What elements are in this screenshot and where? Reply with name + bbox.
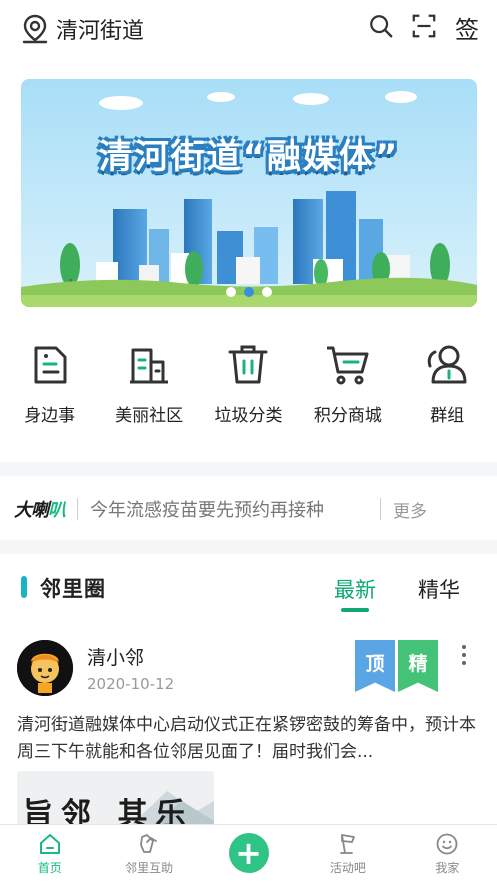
banner-carousel[interactable]: 清河街道“融媒体” [21, 79, 477, 307]
menu-item-group[interactable]: 群组 [398, 340, 497, 440]
divider [77, 498, 78, 520]
avatar-mascot-image [17, 640, 73, 696]
home-icon [39, 834, 60, 854]
trash-icon [228, 345, 268, 384]
post-author[interactable]: 清小邻 [87, 643, 144, 670]
nav-neighbor-help[interactable]: 邻里互助 [99, 825, 198, 883]
smile-icon [436, 833, 458, 855]
menu-item-mall[interactable]: 积分商城 [298, 340, 397, 440]
section-divider [0, 540, 497, 554]
flag-icon [340, 834, 355, 854]
more-options-icon[interactable] [462, 645, 468, 665]
buildings-icon [130, 348, 169, 384]
carousel-indicators [21, 287, 477, 297]
cart-icon [326, 346, 369, 385]
top-bar: 清河街道 签 [0, 0, 497, 60]
carousel-dot[interactable] [226, 287, 236, 297]
neighborhood-header: 邻里圈 最新 精华 [0, 568, 497, 612]
app-screen: 清河街道 签 清河街道“融媒体” 身边事 美丽社区 垃圾分类 积分商城 群组 大… [0, 0, 497, 883]
menu-item-garbage[interactable]: 垃圾分类 [199, 340, 298, 440]
nav-my-home[interactable]: 我家 [398, 825, 497, 883]
notice-bar[interactable]: 大喇叭 今年流感疫苗要先预约再接种 更多 [0, 480, 497, 538]
section-title: 邻里圈 [40, 577, 106, 601]
featured-badge: 精 [398, 640, 438, 692]
plus-icon[interactable]: + [228, 833, 269, 873]
nav-label: 我家 [435, 861, 460, 875]
banner-city-illustration [21, 79, 477, 307]
menu-item-nearby[interactable]: 身边事 [0, 340, 99, 440]
notice-tag-prefix: 大喇 [14, 500, 49, 521]
document-icon [34, 346, 67, 384]
section-divider [0, 462, 497, 476]
nav-home[interactable]: 首页 [0, 825, 99, 883]
carousel-dot-active[interactable] [244, 287, 254, 297]
menu-label: 群组 [430, 406, 465, 426]
tab-featured[interactable]: 精华 [418, 574, 460, 604]
menu-label: 美丽社区 [115, 406, 184, 426]
notice-tag: 大喇叭 [14, 496, 66, 522]
bottom-navigation: 首页 邻里互助 + 活动吧 我家 [0, 824, 497, 883]
sign-in-button[interactable]: 签 [455, 10, 479, 45]
divider [380, 498, 381, 520]
notice-tag-suffix: 叭 [48, 500, 66, 521]
nav-label: 邻里互助 [125, 861, 174, 875]
notice-text[interactable]: 今年流感疫苗要先预约再接种 [90, 496, 368, 522]
nav-publish[interactable]: + [199, 825, 298, 883]
carousel-dot[interactable] [262, 287, 272, 297]
scan-icon [412, 14, 436, 38]
notice-more-link[interactable]: 更多 [393, 497, 427, 522]
search-button[interactable] [367, 12, 395, 40]
group-icon [427, 345, 467, 384]
post-date: 2020-10-12 [87, 675, 175, 693]
avatar[interactable] [17, 640, 73, 696]
post-image[interactable]: 旨邻 其乐 [17, 771, 214, 829]
menu-label: 身边事 [24, 406, 76, 426]
search-icon [370, 15, 393, 38]
location-pin-icon [22, 14, 48, 44]
scan-button[interactable] [410, 12, 438, 40]
nav-activities[interactable]: 活动吧 [298, 825, 397, 883]
pinned-badge: 顶 [355, 640, 395, 692]
banner-title: 清河街道“融媒体” [98, 137, 400, 177]
nav-label: 首页 [37, 861, 62, 875]
location-selector[interactable]: 清河街道 [20, 13, 144, 45]
menu-item-community[interactable]: 美丽社区 [99, 340, 198, 440]
menu-label: 垃圾分类 [214, 406, 283, 426]
tab-active-indicator [341, 608, 369, 612]
menu-label: 积分商城 [313, 406, 382, 426]
handshake-icon [140, 834, 158, 853]
location-label: 清河街道 [56, 19, 145, 44]
section-accent-bar [21, 576, 27, 598]
quick-menu: 身边事 美丽社区 垃圾分类 积分商城 群组 [0, 340, 497, 440]
post-image-caption: 旨邻 其乐 [23, 797, 194, 829]
post-content[interactable]: 清河街道融媒体中心启动仪式正在紧锣密鼓的筹备中，预计本周三下午就能和各位邻居见面… [17, 712, 483, 766]
tab-latest[interactable]: 最新 [334, 574, 376, 604]
nav-label: 活动吧 [329, 861, 366, 875]
